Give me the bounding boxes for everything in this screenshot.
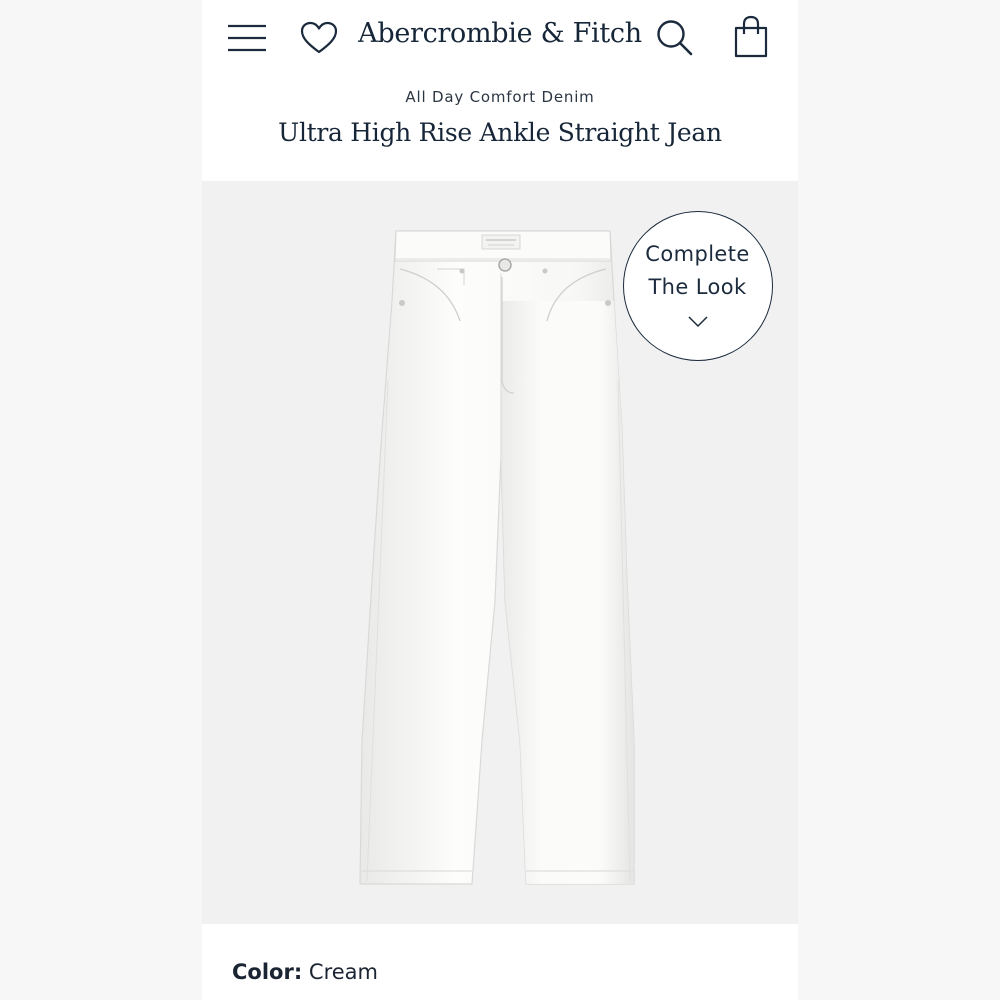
color-value: Cream xyxy=(308,960,378,984)
brand-logo[interactable]: Abercrombie & Fitch xyxy=(352,14,648,54)
product-image[interactable]: Complete The Look xyxy=(202,181,798,924)
complete-the-look-line2: The Look xyxy=(648,275,747,299)
product-collection: All Day Comfort Denim xyxy=(405,88,595,106)
search-icon xyxy=(657,20,693,56)
shopping-bag-icon xyxy=(734,15,768,58)
hamburger-menu-icon xyxy=(228,24,266,52)
shopping-bag-button[interactable] xyxy=(730,14,772,60)
wishlist-button[interactable] xyxy=(298,18,340,58)
complete-the-look-button[interactable]: Complete The Look xyxy=(623,211,773,361)
chevron-down-icon xyxy=(688,316,708,328)
heart-icon xyxy=(300,21,338,54)
site-header: Abercrombie & Fitch xyxy=(202,0,798,80)
complete-the-look-label: Complete The Look xyxy=(624,238,771,304)
product-title: Ultra High Rise Ankle Straight Jean xyxy=(278,118,722,147)
complete-the-look-line1: Complete xyxy=(645,242,750,266)
product-page: Abercrombie & Fitch All Day Comfort Deni… xyxy=(202,0,798,1000)
right-margin xyxy=(798,0,1000,1000)
color-selection: Color: Cream xyxy=(232,956,378,988)
search-button[interactable] xyxy=(654,18,696,58)
left-margin xyxy=(0,0,202,1000)
menu-button[interactable] xyxy=(224,18,270,58)
color-label: Color: xyxy=(232,960,303,984)
